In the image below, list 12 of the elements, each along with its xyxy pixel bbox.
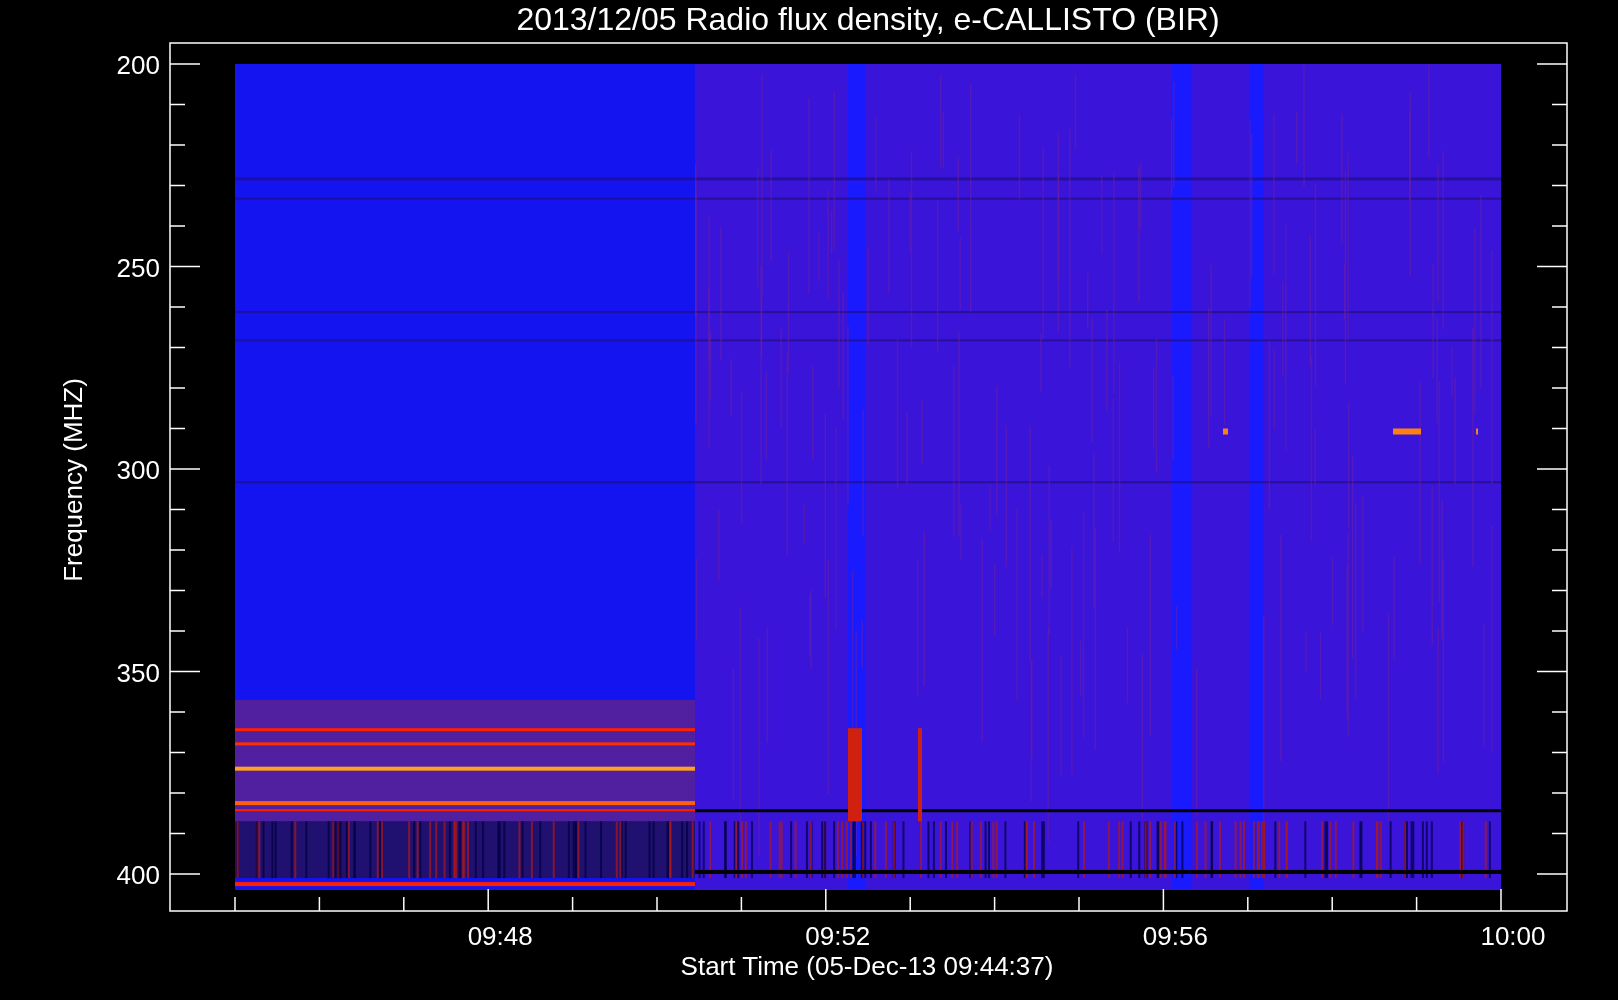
y-tick-label: 200	[116, 50, 160, 80]
x-tick-label: 09:48	[467, 921, 533, 951]
x-tick-label: 09:56	[1142, 921, 1208, 951]
y-tick-label: 300	[116, 455, 160, 485]
x-tick-label: 10:00	[1480, 921, 1546, 951]
y-tick-label: 350	[116, 657, 160, 688]
y-axis-label: Frequency (MHZ)	[58, 378, 88, 582]
y-tick-label: 400	[116, 860, 160, 890]
x-axis-label: Start Time (05-Dec-13 09:44:37)	[680, 951, 1054, 981]
x-tick-label: 09:52	[805, 921, 871, 951]
y-tick-label: 250	[116, 252, 160, 283]
chart-title: 2013/12/05 Radio flux density, e-CALLISTO (BIR)	[516, 1, 1220, 37]
